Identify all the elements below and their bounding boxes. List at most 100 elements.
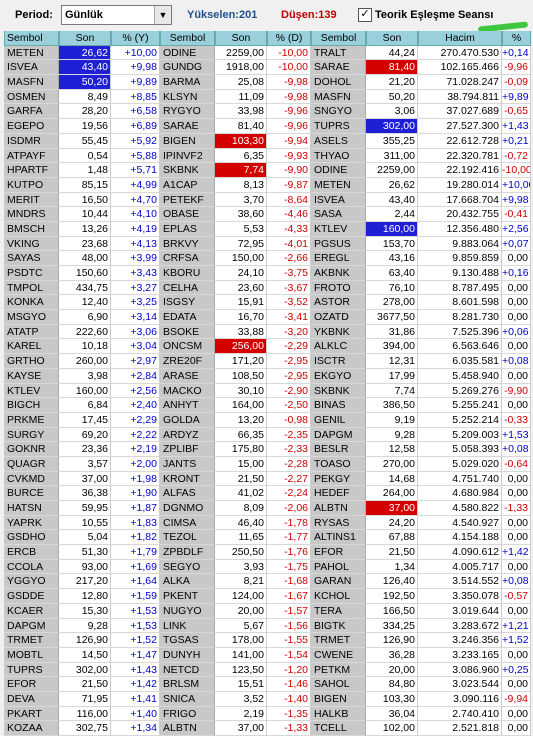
volume-last: 63,40 xyxy=(366,266,418,281)
table-row[interactable]: ATATP 222,60 +3,06 BSOKE 33,88 -3,20 YKBNK 31,8… xyxy=(4,324,531,340)
table-row[interactable]: YGGYO 217,20 +1,64 ALKA 8,21 -1,68 GARAN 126,40… xyxy=(4,574,531,590)
header-volume[interactable]: Hacim xyxy=(418,31,502,46)
gainer-pct: +1,98 xyxy=(111,471,160,487)
volume-symbol: EKGYO xyxy=(311,368,366,384)
header-symbol-losers[interactable]: Sembol xyxy=(160,31,215,46)
table-row[interactable]: METEN 26,62 +10,00 ODINE 2259,00 -10,00 TRALT 4… xyxy=(4,45,531,61)
table-row[interactable]: KAYSE 3,98 +2,84 ARASE 108,50 -2,95 EKGYO 17,99… xyxy=(4,368,531,384)
table-row[interactable]: MASFN 50,20 +9,89 BARMA 25,08 -9,98 DOHOL 21,20… xyxy=(4,75,531,90)
table-row[interactable]: DEVA 71,95 +1,41 SNICA 3,52 -1,40 BIGEN 103,30 3… xyxy=(4,691,531,707)
table-row[interactable]: KUTPO 85,15 +4,99 A1CAP 8,13 -9,87 METEN 26,62 1… xyxy=(4,177,531,193)
table-row[interactable]: BMSCH 13,26 +4,19 EPLAS 5,53 -4,33 KTLEV 160,00… xyxy=(4,221,531,237)
header-last-losers[interactable]: Son xyxy=(215,31,267,46)
table-row[interactable]: GARFA 28,20 +6,58 RYGYO 33,98 -9,96 SNGYO 3,06 3… xyxy=(4,104,531,120)
gainer-pct: +2,56 xyxy=(111,383,160,399)
table-row[interactable]: PSDTC 150,60 +3,43 KBORU 24,10 -3,75 AKBNK 63,4… xyxy=(4,266,531,281)
table-row[interactable]: KAREL 10,18 +3,04 ONCSM 256,00 -2,29 ALKLC 394,… xyxy=(4,339,531,355)
table-row[interactable]: CCOLA 93,00 +1,69 SEGYO 3,93 -1,75 PAHOL 1,34 4.… xyxy=(4,559,531,575)
table-row[interactable]: HATSN 59,95 +1,87 DGNMO 8,09 -2,06 ALBTN 37,00 4… xyxy=(4,501,531,516)
loser-last: 15,91 xyxy=(215,295,267,311)
header-pct-volume[interactable]: % xyxy=(502,31,531,46)
volume-symbol: HALKB xyxy=(311,706,366,722)
volume-amount: 102.165.466 xyxy=(418,60,502,76)
header-pct-gainers[interactable]: % (Y) xyxy=(111,31,160,46)
gainer-symbol: DAPGM xyxy=(4,618,59,634)
loser-last: 24,10 xyxy=(215,266,267,281)
table-row[interactable]: KTLEV 160,00 +2,56 MACKO 30,10 -2,90 SKBNK 7,74… xyxy=(4,383,531,399)
header-symbol-volume[interactable]: Sembol xyxy=(311,31,366,46)
loser-pct: -3,41 xyxy=(267,310,311,325)
table-row[interactable]: GSDHO 5,04 +1,82 TEZOL 11,65 -1,77 ALTINS1 67,8… xyxy=(4,530,531,546)
table-row[interactable]: KCAER 15,30 +1,53 NUGYO 20,00 -1,57 TERA 166,50… xyxy=(4,603,531,619)
loser-pct: -1,67 xyxy=(267,589,311,604)
table-row[interactable]: VKING 23,68 +4,13 BRKVY 72,95 -4,01 PGSUS 153,7… xyxy=(4,236,531,252)
table-row[interactable]: EFOR 21,50 +1,42 BRLSM 15,51 -1,46 SAHOL 84,80 3… xyxy=(4,677,531,692)
table-row[interactable]: GRTHO 260,00 +2,97 ZRE20F 171,20 -2,95 ISCTR 12… xyxy=(4,354,531,369)
header-symbol-gainers[interactable]: Sembol xyxy=(4,31,59,46)
table-row[interactable]: QUAGR 3,57 +2,00 JANTS 15,00 -2,28 TOASO 270,00… xyxy=(4,456,531,472)
volume-symbol: FROTO xyxy=(311,280,366,296)
table-row[interactable]: TUPRS 302,00 +1,43 NETCD 123,50 -1,20 PETKM 20,… xyxy=(4,662,531,678)
theoretical-session-label[interactable]: Teorik Eşleşme Seansı xyxy=(375,9,493,21)
theoretical-session-checkbox[interactable]: ✓ xyxy=(358,8,372,22)
table-row[interactable]: GOKNR 23,36 +2,19 ZPLIBF 175,80 -2,33 BESLR 12,… xyxy=(4,442,531,457)
volume-symbol: BIGTK xyxy=(311,618,366,634)
table-row[interactable]: KOZAA 302,75 +1,34 ALBTN 37,00 -1,33 TCELL 102,… xyxy=(4,721,531,736)
table-row[interactable]: PRKME 17,45 +2,29 GOLDA 13,20 -0,98 GENIL 9,19 5… xyxy=(4,412,531,428)
volume-amount: 8.787.495 xyxy=(418,280,502,296)
table-row[interactable]: DAPGM 9,28 +1,53 LINK 5,67 -1,56 BIGTK 334,25 3.… xyxy=(4,618,531,634)
loser-last: 33,98 xyxy=(215,104,267,120)
table-row[interactable]: KONKA 12,40 +3,25 ISGSY 15,91 -3,52 ASTOR 278,0… xyxy=(4,295,531,311)
header-pct-losers[interactable]: % (D) xyxy=(267,31,311,46)
volume-amount: 5.269.276 xyxy=(418,383,502,399)
header-last-volume[interactable]: Son xyxy=(366,31,418,46)
loser-symbol: ALFAS xyxy=(160,486,215,501)
gainer-symbol: DEVA xyxy=(4,691,59,707)
table-row[interactable]: ISDMR 55,45 +5,92 BIGEN 103,30 -9,94 ASELS 355,… xyxy=(4,133,531,149)
loser-last: 178,00 xyxy=(215,633,267,648)
table-row[interactable]: GSDDE 12,80 +1,59 PKENT 124,00 -1,67 KCHOL 192,… xyxy=(4,589,531,604)
volume-last: 311,00 xyxy=(366,148,418,164)
gainer-last: 14,50 xyxy=(59,647,111,663)
table-row[interactable]: SAYAS 48,00 +3,99 CRFSA 150,00 -2,66 EREGL 43,1… xyxy=(4,251,531,266)
table-row[interactable]: ISVEA 43,40 +9,98 GUNDG 1918,00 -10,00 SARAE 81… xyxy=(4,60,531,76)
loser-symbol: DGNMO xyxy=(160,501,215,516)
table-row[interactable]: YAPRK 10,55 +1,83 CIMSA 46,40 -1,78 RYSAS 24,20… xyxy=(4,515,531,531)
chevron-down-icon[interactable]: ▼ xyxy=(154,6,171,24)
loser-pct: -0,98 xyxy=(267,412,311,428)
header-last-gainers[interactable]: Son xyxy=(59,31,111,46)
loser-symbol: IPINVF2 xyxy=(160,148,215,164)
table-row[interactable]: MSGYO 6,90 +3,14 EDATA 16,70 -3,41 OZATD 3677,5… xyxy=(4,310,531,325)
loser-last: 20,00 xyxy=(215,603,267,619)
volume-last: 2259,00 xyxy=(366,163,418,178)
table-row[interactable]: ERCB 51,30 +1,79 ZPBDLF 250,50 -1,76 EFOR 21,50… xyxy=(4,545,531,560)
gainer-symbol: ISDMR xyxy=(4,133,59,149)
table-row[interactable]: MOBTL 14,50 +1,47 DUNYH 141,00 -1,54 CWENE 36,2… xyxy=(4,647,531,663)
gainer-symbol: KONKA xyxy=(4,295,59,311)
table-row[interactable]: TMPOL 434,75 +3,27 CELHA 23,60 -3,67 FROTO 76,1… xyxy=(4,280,531,296)
gainer-last: 19,56 xyxy=(59,119,111,134)
gainer-symbol: MNDRS xyxy=(4,207,59,222)
table-row[interactable]: BURCE 36,38 +1,90 ALFAS 41,02 -2,24 HEDEF 264,0… xyxy=(4,486,531,501)
gainer-pct: +1,42 xyxy=(111,677,160,692)
loser-last: 2,19 xyxy=(215,706,267,722)
table-row[interactable]: CVKMD 37,00 +1,98 KRONT 21,50 -2,27 PEKGY 14,68… xyxy=(4,471,531,487)
volume-last: 264,00 xyxy=(366,486,418,501)
table-row[interactable]: EGEPO 19,56 +6,89 SARAE 81,40 -9,96 TUPRS 302,0… xyxy=(4,119,531,134)
table-row[interactable]: BIGCH 6,84 +2,40 ANHYT 164,00 -2,50 BINAS 386,5… xyxy=(4,398,531,413)
table-row[interactable]: PKART 116,00 +1,40 FRIGO 2,19 -1,35 HALKB 36,04… xyxy=(4,706,531,722)
volume-last: 355,25 xyxy=(366,133,418,149)
table-row[interactable]: ATPAYF 0,54 +5,88 IPINVF2 6,35 -9,93 THYAO 311,… xyxy=(4,148,531,164)
volume-amount: 4.751.740 xyxy=(418,471,502,487)
volume-amount: 3.233.165 xyxy=(418,647,502,663)
gainer-symbol: GARFA xyxy=(4,104,59,120)
table-row[interactable]: TRMET 126,90 +1,52 TGSAS 178,00 -1,55 TRMET 126… xyxy=(4,633,531,648)
table-row[interactable]: SURGY 69,20 +2,22 ARDYZ 66,35 -2,35 DAPGM 9,28 5… xyxy=(4,427,531,443)
table-row[interactable]: OSMEN 8,49 +8,85 KLSYN 11,09 -9,98 MASFN 50,20 3… xyxy=(4,89,531,105)
table-row[interactable]: MERIT 16,50 +4,70 PETEKF 3,70 -8,64 ISVEA 43,40… xyxy=(4,192,531,208)
gainer-last: 150,60 xyxy=(59,266,111,281)
volume-amount: 20.432.755 xyxy=(418,207,502,222)
table-row[interactable]: MNDRS 10,44 +4,10 OBASE 38,60 -4,46 SASA 2,44 20… xyxy=(4,207,531,222)
period-dropdown[interactable]: Günlük ▼ xyxy=(61,5,172,25)
table-row[interactable]: HPARTF 1,48 +5,71 SKBNK 7,74 -9,90 ODINE 2259,0… xyxy=(4,163,531,178)
